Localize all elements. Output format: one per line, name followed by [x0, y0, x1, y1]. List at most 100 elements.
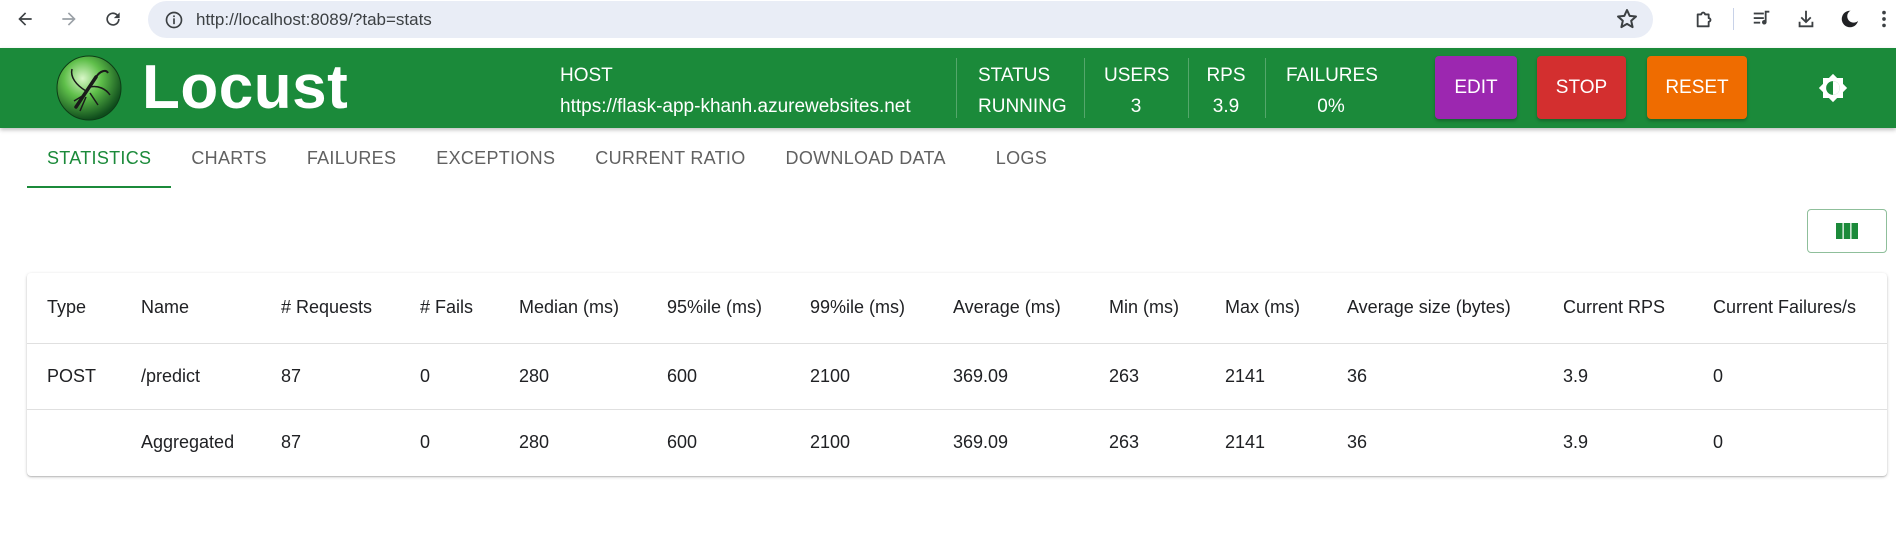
url-text[interactable]: http://localhost:8089/?tab=stats [196, 10, 432, 30]
users-stat: USERS 3 [1104, 60, 1169, 122]
rps-value: 3.9 [1212, 96, 1240, 117]
theme-toggle-button[interactable] [1817, 72, 1849, 104]
failures-stat: FAILURES 0% [1286, 60, 1378, 122]
site-info-button[interactable] [156, 2, 192, 38]
tab-label: CURRENT RATIO [595, 148, 746, 168]
failures-value: 0% [1317, 96, 1345, 117]
users-value: 3 [1130, 96, 1142, 117]
download-icon [1798, 10, 1814, 28]
tab-label: FAILURES [306, 148, 397, 168]
table-cell: 3.9 [1563, 431, 1589, 452]
column-header[interactable]: Name [121, 273, 261, 344]
failures-label: FAILURES [1286, 65, 1378, 86]
header-divider [956, 58, 957, 118]
table-header-row: Type Name # Requests # Fails Median (ms)… [27, 273, 1887, 344]
column-header[interactable]: Max (ms) [1205, 273, 1327, 344]
stop-button[interactable]: STOP [1537, 56, 1626, 119]
browser-menu-button[interactable] [1872, 0, 1896, 38]
back-button[interactable] [5, 0, 45, 39]
table-cell: 0 [420, 431, 431, 452]
table-cell [27, 409, 121, 475]
tune-icon [165, 11, 183, 28]
toolbar-separator [1733, 8, 1734, 30]
status-stat: STATUS RUNNING [978, 60, 1067, 122]
edit-button[interactable]: EDIT [1435, 56, 1517, 119]
table-cell: 369.09 [953, 431, 1009, 452]
forward-button[interactable] [49, 0, 89, 39]
table-cell: 600 [647, 343, 790, 410]
extensions-button[interactable] [1683, 0, 1727, 38]
bookmark-button[interactable] [1615, 7, 1639, 36]
tab-label: LOGS [995, 148, 1048, 168]
table-cell: 2141 [1205, 343, 1327, 410]
column-header[interactable]: # Requests [261, 273, 400, 344]
brand-title: Locust [142, 53, 349, 122]
tab-failures[interactable]: FAILURES [287, 136, 416, 188]
table-cell: POST [27, 343, 121, 410]
host-stat: HOST https://flask-app-khanh.azurewebsit… [560, 60, 911, 122]
tab-exceptions[interactable]: EXCEPTIONS [416, 136, 575, 188]
column-header[interactable]: 95%ile (ms) [647, 273, 790, 344]
table-cell: 263 [1089, 343, 1205, 410]
playlist-icon [1753, 10, 1770, 25]
moon-icon [1841, 9, 1861, 28]
stats-table: Type Name # Requests # Fails Median (ms)… [27, 273, 1887, 475]
arrow-right-icon [62, 12, 76, 26]
reload-icon [106, 12, 120, 26]
table-cell: 0 [1713, 431, 1724, 452]
column-header[interactable]: # Fails [400, 273, 499, 344]
table-cell: 3.9 [1543, 343, 1693, 410]
column-header[interactable]: Average (ms) [933, 273, 1089, 344]
table-row: POST /predict 87 0 280 600 2100 369.09 2… [27, 343, 1887, 410]
tab-download-data[interactable]: DOWNLOAD DATA [766, 136, 966, 188]
header-divider [1265, 58, 1266, 118]
column-header[interactable]: Current Failures/s [1693, 273, 1887, 344]
column-header[interactable]: 99%ile (ms) [790, 273, 933, 344]
kebab-icon [1882, 10, 1886, 28]
profile-button[interactable] [1828, 0, 1872, 38]
table-cell: 600 [667, 431, 698, 452]
tab-current-ratio[interactable]: CURRENT RATIO [575, 136, 765, 188]
table-cell: 87 [261, 343, 400, 410]
status-label: STATUS [978, 65, 1051, 86]
column-header[interactable]: Median (ms) [499, 273, 647, 344]
address-bar[interactable]: http://localhost:8089/?tab=stats [148, 1, 1653, 38]
table-cell: 0 [1693, 343, 1887, 410]
table-row-aggregated: Aggregated 87 0 280 600 2100 369.09 263 … [27, 409, 1887, 475]
arrow-left-icon [18, 12, 32, 26]
table-cell: 36 [1327, 343, 1543, 410]
table-cell: Aggregated [141, 431, 235, 452]
table-cell: 0 [400, 343, 499, 410]
column-selector-button[interactable] [1807, 209, 1887, 253]
rps-label: RPS [1206, 65, 1246, 86]
brightness-icon [1818, 73, 1848, 103]
reload-button[interactable] [93, 0, 133, 39]
table-cell: 2141 [1225, 431, 1266, 452]
header-divider [1084, 58, 1085, 118]
browser-actions [1683, 0, 1896, 38]
star-icon [1617, 9, 1637, 29]
host-label: HOST [560, 65, 613, 86]
media-button[interactable] [1740, 0, 1784, 38]
table-cell: 87 [281, 431, 302, 452]
tab-charts[interactable]: CHARTS [171, 136, 286, 188]
reset-button[interactable]: RESET [1647, 56, 1747, 119]
downloads-button[interactable] [1784, 0, 1828, 38]
column-header[interactable]: Type [27, 273, 121, 344]
tab-logs[interactable]: LOGS [966, 136, 1067, 188]
table-cell: 369.09 [933, 343, 1089, 410]
host-value: https://flask-app-khanh.azurewebsites.ne… [560, 96, 911, 117]
tab-bar: STATISTICS CHARTS FAILURES EXCEPTIONS CU… [27, 136, 1067, 188]
column-header[interactable]: Current RPS [1543, 273, 1693, 344]
column-header[interactable]: Min (ms) [1089, 273, 1205, 344]
locust-logo [56, 55, 122, 121]
tab-statistics[interactable]: STATISTICS [27, 136, 172, 188]
browser-toolbar: http://localhost:8089/?tab=stats [0, 0, 1896, 48]
column-header[interactable]: Average size (bytes) [1327, 273, 1543, 344]
tab-label: DOWNLOAD DATA [785, 148, 946, 168]
tab-label: STATISTICS [47, 148, 152, 168]
locust-logo-icon [56, 55, 122, 121]
tab-label: CHARTS [191, 148, 267, 168]
table-cell: 280 [519, 431, 550, 452]
header-divider [1188, 58, 1189, 118]
